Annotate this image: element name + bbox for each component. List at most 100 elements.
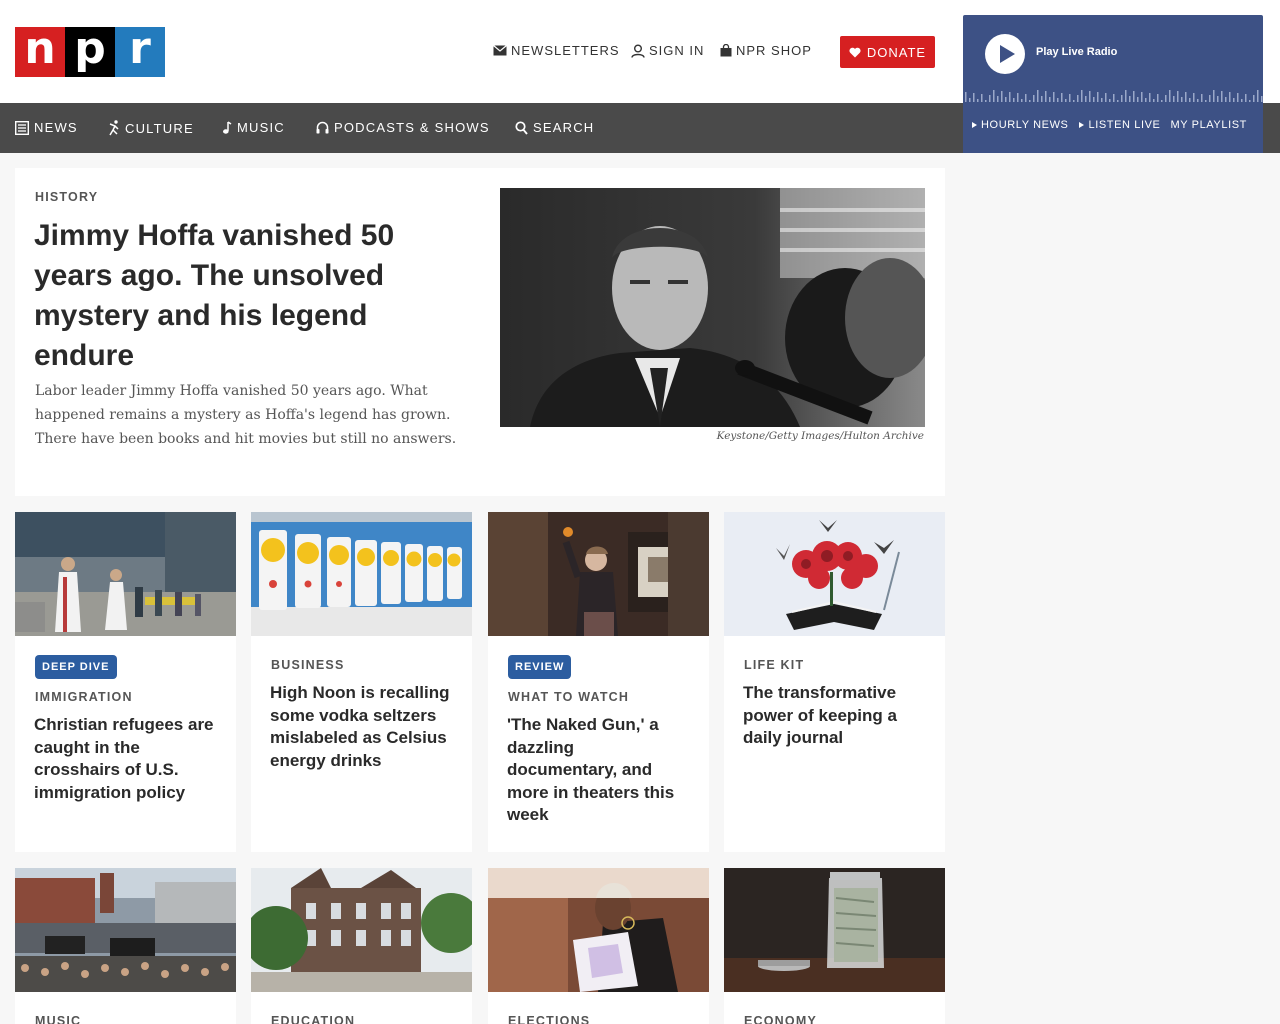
waveform-bar [1021,99,1023,102]
nav-music[interactable]: MUSIC [222,120,285,135]
waveform-bar [1089,91,1091,102]
waveform-bar [1173,96,1175,102]
story-card-image[interactable] [724,868,945,992]
story-card-kicker[interactable]: EDUCATION [271,1014,355,1024]
heart-icon [849,47,861,57]
user-icon [631,44,645,58]
waveform-bar [1133,91,1135,102]
story-card-image[interactable] [488,512,709,636]
newsletters-link[interactable]: NEWSLETTERS [493,43,620,58]
waveform-bar [1225,97,1227,102]
waveform-bar [1237,93,1239,102]
nav-bar-edge [1263,103,1280,153]
waveform-bar [1233,98,1235,102]
waveform-bar [1009,92,1011,102]
story-card-image[interactable] [15,868,236,992]
map-hearing-photo [488,868,709,992]
waveform-bar [1025,94,1027,102]
story-card-kicker[interactable]: WHAT TO WATCH [508,690,629,704]
sign-in-label: SIGN IN [649,43,705,58]
story-card-kicker[interactable]: LIFE KIT [744,658,804,672]
story-card-image[interactable] [251,868,472,992]
lead-story-teaser[interactable]: Labor leader Jimmy Hoffa vanished 50 yea… [35,379,465,451]
story-card-kicker[interactable]: BUSINESS [271,658,345,672]
search-icon [515,120,528,135]
story-card-image[interactable] [251,512,472,636]
npr-shop-link[interactable]: NPR SHOP [720,43,812,58]
story-card-kicker[interactable]: ECONOMY [744,1014,817,1024]
story-card-kicker[interactable]: IMMIGRATION [35,690,133,704]
story-card-title[interactable]: The transformative power of keeping a da… [743,682,923,750]
waveform-bar [1029,100,1031,102]
story-card-image[interactable] [724,512,945,636]
story-card-economy: ECONOMY [724,868,945,1024]
story-card-title[interactable]: High Noon is recalling some vodka seltze… [270,682,450,772]
waveform-bar [997,96,999,102]
waveform-bar [1165,95,1167,102]
waveform-bar [1249,100,1251,102]
player-links: HOURLY NEWS LISTEN LIVE MY PLAYLIST [963,119,1263,131]
story-card-business: BUSINESS High Noon is recalling some vod… [251,512,472,852]
story-card-kicker[interactable]: ELECTIONS [508,1014,590,1024]
music-note-icon [223,120,232,134]
waveform-bar [1229,92,1231,102]
lead-story-title[interactable]: Jimmy Hoffa vanished 50 years ago. The u… [34,216,454,376]
story-card-kicker[interactable]: MUSIC [35,1014,81,1024]
waveform-bar [1121,95,1123,102]
street-crowd-photo [15,868,236,992]
waveform-bar [989,95,991,102]
review-badge: REVIEW [508,655,572,679]
waveform-bar [1037,90,1039,102]
waveform-bar [1033,95,1035,102]
waveform-bar [977,99,979,102]
donate-button[interactable]: DONATE [840,36,935,68]
newspaper-icon [15,120,29,135]
nav-news[interactable]: NEWS [15,120,78,135]
play-triangle-icon [972,122,977,128]
lead-story-kicker[interactable]: HISTORY [35,190,98,204]
story-card-title[interactable]: Christian refugees are caught in the cro… [34,714,214,804]
nav-podcasts[interactable]: PODCASTS & SHOWS [316,120,490,135]
play-live-radio-label[interactable]: Play Live Radio [1036,46,1117,58]
hourly-news-link[interactable]: HOURLY NEWS [971,119,1068,131]
waveform-bar [1141,92,1143,102]
lead-story: HISTORY Jimmy Hoffa vanished 50 years ag… [15,168,945,496]
story-card-education: EDUCATION [251,868,472,1024]
listen-live-link[interactable]: LISTEN LIVE [1078,119,1160,131]
deep-dive-badge: DEEP DIVE [35,655,117,679]
nav-podcasts-label: PODCASTS & SHOWS [334,120,490,135]
waveform-bar [985,100,987,102]
waveform-bar [1061,93,1063,102]
nav-search[interactable]: SEARCH [515,120,594,135]
story-card-music: MUSIC [15,868,236,1024]
nav-news-label: NEWS [34,120,78,135]
waveform-bar [1093,97,1095,102]
waveform-bar [1201,94,1203,102]
story-card-image[interactable] [488,868,709,992]
nav-culture[interactable]: CULTURE [108,120,194,136]
sign-in-link[interactable]: SIGN IN [631,43,704,58]
play-icon[interactable] [985,34,1025,74]
waveform-bar [1257,90,1259,102]
waveform-bar [993,90,995,102]
my-playlist-label: MY PLAYLIST [1170,119,1247,131]
audio-waveform [965,90,1263,102]
story-card-title[interactable]: 'The Naked Gun,' a dazzling documentary,… [507,714,687,827]
waveform-bar [1065,99,1067,102]
lead-story-image[interactable] [500,188,925,427]
waveform-bar [1005,97,1007,102]
my-playlist-link[interactable]: MY PLAYLIST [1171,119,1248,131]
story-card-image[interactable] [15,512,236,636]
waveform-bar [1069,94,1071,102]
story-card-elections: ELECTIONS [488,868,709,1024]
logo-letter-r: r [115,27,165,77]
shopping-bag-icon [720,44,732,57]
waveform-bar [1097,92,1099,102]
journal-illustration [724,512,945,636]
waveform-bar [1181,97,1183,102]
lead-image-credit: Keystone/Getty Images/Hulton Archive [716,430,924,442]
npr-logo[interactable]: n p r [15,27,165,77]
waveform-bar [1209,95,1211,102]
nav-culture-label: CULTURE [125,120,194,136]
waveform-bar [1153,99,1155,102]
